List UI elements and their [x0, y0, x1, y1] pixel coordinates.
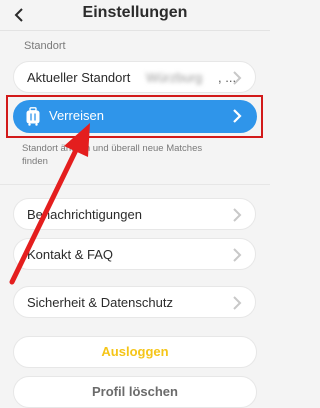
logout-button[interactable]: Ausloggen — [13, 336, 257, 368]
delete-profile-button[interactable]: Profil löschen — [13, 376, 257, 408]
chevron-right-icon — [233, 208, 242, 222]
section-label-location: Standort — [24, 40, 66, 52]
current-location-row[interactable]: Aktueller Standort Würzburg , ... — [13, 61, 256, 93]
section-divider — [0, 184, 270, 185]
current-location-value: Würzburg — [146, 70, 203, 85]
security-privacy-label: Sicherheit & Datenschutz — [27, 295, 173, 310]
top-bar: Einstellungen — [0, 0, 270, 30]
page-title: Einstellungen — [82, 4, 188, 21]
annotation-highlight-box — [6, 95, 263, 138]
chevron-right-icon — [233, 71, 242, 85]
chevron-right-icon — [233, 248, 242, 262]
contact-faq-label: Kontakt & FAQ — [27, 247, 113, 262]
travel-helper-text: Standort ändern und überall neue Matches… — [22, 143, 203, 167]
security-privacy-row[interactable]: Sicherheit & Datenschutz — [13, 286, 256, 318]
notifications-row[interactable]: Benachrichtigungen — [13, 198, 256, 230]
notifications-label: Benachrichtigungen — [27, 207, 142, 222]
chevron-right-icon — [233, 296, 242, 310]
contact-faq-row[interactable]: Kontakt & FAQ — [13, 238, 256, 270]
header-divider — [0, 30, 270, 31]
current-location-label: Aktueller Standort — [27, 70, 131, 85]
